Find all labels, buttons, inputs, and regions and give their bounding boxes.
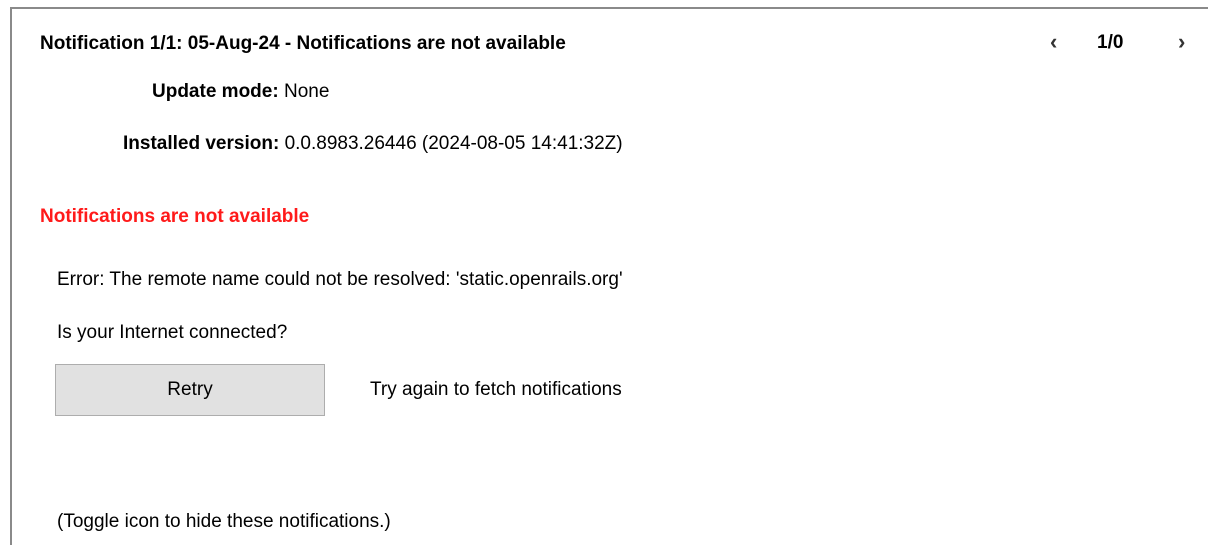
next-notification-icon[interactable]: › — [1178, 29, 1185, 55]
update-mode-value: None — [283, 81, 330, 102]
update-mode-label: Update mode: — [152, 81, 279, 102]
installed-version-row: Installed version: 0.0.8983.26446 (2024-… — [123, 133, 623, 155]
installed-version-value: 0.0.8983.26446 (2024-08-05 14:41:32Z) — [284, 133, 623, 154]
notifications-panel: Notification 1/1: 05-Aug-24 - Notificati… — [10, 7, 1208, 545]
connection-question: Is your Internet connected? — [57, 322, 288, 343]
update-mode-row: Update mode: None — [152, 81, 329, 103]
error-heading: Notifications are not available — [40, 206, 310, 227]
notification-title: Notification 1/1: 05-Aug-24 - Notificati… — [40, 33, 566, 54]
toggle-note: (Toggle icon to hide these notifications… — [57, 511, 391, 532]
retry-description: Try again to fetch notifications — [370, 379, 622, 400]
error-message: Error: The remote name could not be reso… — [57, 269, 623, 290]
previous-notification-icon[interactable]: ‹ — [1050, 29, 1057, 55]
notification-counter: 1/0 — [1097, 32, 1124, 53]
retry-button[interactable]: Retry — [55, 364, 325, 416]
installed-version-label: Installed version: — [123, 133, 280, 154]
